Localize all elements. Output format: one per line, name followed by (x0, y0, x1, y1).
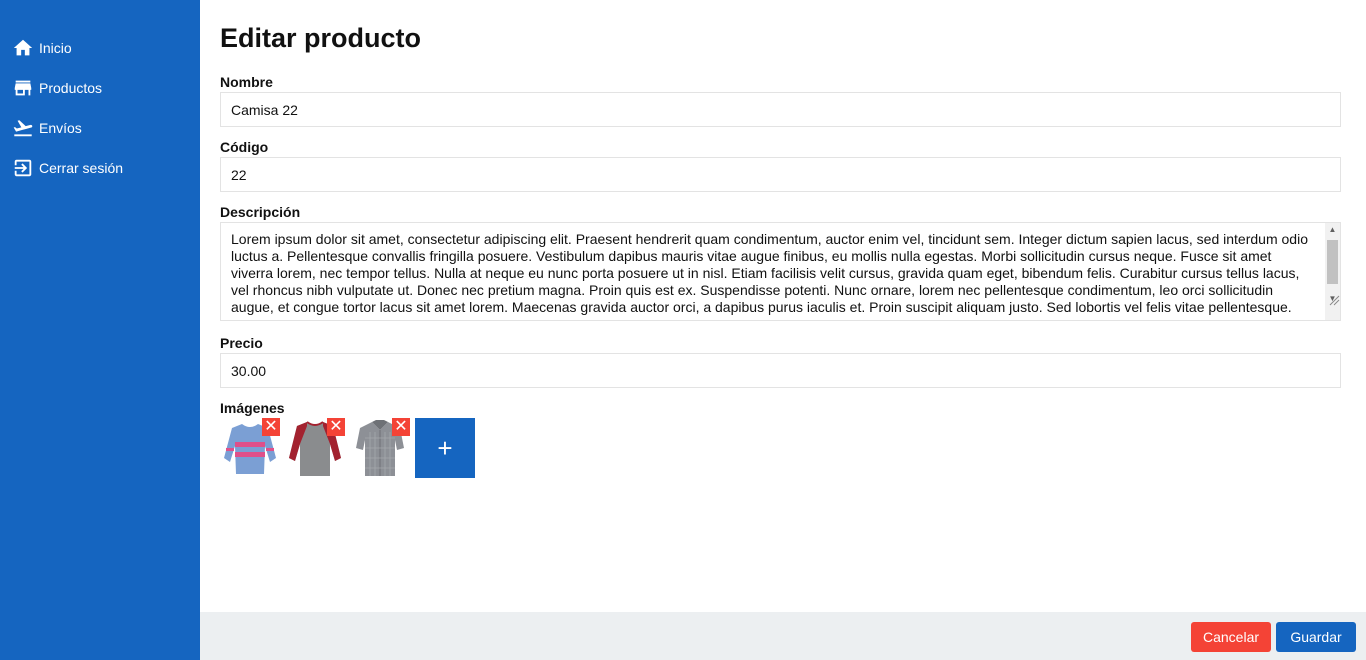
page-title: Editar producto (220, 23, 421, 53)
sidebar-item-label: Cerrar sesión (39, 160, 124, 176)
logout-icon (12, 157, 34, 179)
scroll-up-arrow-icon[interactable]: ▲ (1325, 223, 1340, 237)
cancel-button[interactable]: Cancelar (1191, 622, 1271, 652)
sidebar-item-label: Inicio (39, 40, 72, 56)
main-content: Editar producto Nombre Código Descripció… (200, 0, 1366, 612)
sidebar: Inicio Productos Envíos Cerrar sesión (0, 0, 200, 660)
resize-handle-icon[interactable] (1326, 293, 1340, 306)
sidebar-item-label: Envíos (39, 120, 82, 136)
images-row: ✕ ✕ ✕ + (220, 418, 1341, 478)
home-icon (12, 37, 34, 59)
remove-image-icon[interactable]: ✕ (327, 418, 345, 436)
code-label: Código (220, 139, 269, 155)
code-field[interactable] (220, 157, 1341, 192)
price-field[interactable] (220, 353, 1341, 388)
sidebar-item-productos[interactable]: Productos (0, 68, 200, 108)
add-image-button[interactable]: + (415, 418, 475, 478)
image-thumbnail-raglan-shirt[interactable]: ✕ (285, 418, 345, 478)
description-label: Descripción (220, 204, 301, 220)
remove-image-icon[interactable]: ✕ (392, 418, 410, 436)
image-thumbnail-striped-shirt[interactable]: ✕ (220, 418, 280, 478)
image-thumbnail-plaid-shirt[interactable]: ✕ (350, 418, 410, 478)
sidebar-item-label: Productos (39, 80, 103, 96)
plane-departure-icon (12, 117, 34, 139)
sidebar-item-inicio[interactable]: Inicio (0, 28, 200, 68)
name-label: Nombre (220, 74, 273, 90)
save-button[interactable]: Guardar (1276, 622, 1356, 652)
sidebar-item-cerrar-sesion[interactable]: Cerrar sesión (0, 148, 200, 188)
price-label: Precio (220, 335, 263, 351)
images-label: Imágenes (220, 400, 285, 416)
footer-bar: Cancelar Guardar (200, 612, 1366, 660)
scroll-thumb[interactable] (1327, 240, 1338, 284)
description-wrapper: Lorem ipsum dolor sit amet, consectetur … (220, 222, 1341, 321)
store-icon (12, 77, 34, 99)
sidebar-item-envios[interactable]: Envíos (0, 108, 200, 148)
name-field[interactable] (220, 92, 1341, 127)
description-field[interactable]: Lorem ipsum dolor sit amet, consectetur … (220, 222, 1341, 321)
remove-image-icon[interactable]: ✕ (262, 418, 280, 436)
